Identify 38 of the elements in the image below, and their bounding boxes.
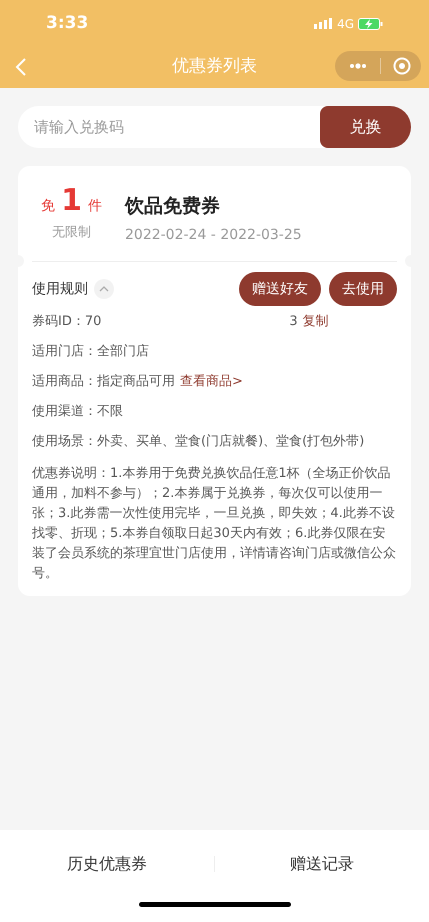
battery-icon [358,18,383,30]
detail-label: 券码ID： [32,313,85,332]
rules-toggle[interactable] [94,279,114,299]
coupon-code-end: 3 [289,313,298,332]
capsule-menu[interactable] [335,51,421,81]
network-label: 4G [337,16,354,32]
detail-value: 全部门店 [97,343,149,362]
more-icon[interactable] [349,63,367,69]
caret-icon[interactable] [99,286,109,292]
detail-value: 外卖、买单、堂食(门店就餐)、堂食(打包外带) [97,433,364,452]
detail-value: 指定商品可用 [97,373,175,392]
page-title: 优惠券列表 [172,54,257,78]
detail-value: 不限 [97,403,123,422]
validity-dates: 2022-02-24 - 2022-03-25 [125,226,302,244]
signal-icon [314,18,334,29]
coupon-limit: 无限制 [52,224,91,242]
detail-label: 适用门店： [32,343,97,362]
rules-label: 使用规则 [32,280,88,298]
coupon-action-button[interactable]: 赠送好友 [239,272,321,306]
coupon-code-start: 70 [84,313,102,332]
coupon-description: 优惠券说明：1.本券用于免费兑换饮品任意1杯（全场正价饮品通用，加料不参与）；2.本券属于兑换券，每次仅可以使用一张；3.此券需一次性使用完毕，一旦兑换，即失效；4.此券不设找零、折现；5.本券自领取日起30天内有效；6.此券仅限在安装了会员系统的茶理宜世门店使用，详情请咨询门店或微信公众号。 [32,465,397,583]
coupon-unit: 件 [88,197,102,216]
bottom-tab[interactable]: 赠送记录 [290,852,354,876]
view-products-link[interactable]: 查看商品> [180,372,243,392]
status-time: 3:33 [46,12,88,35]
close-icon[interactable] [393,57,411,75]
copy-link[interactable]: 复制 [302,312,329,332]
redeem-code-field[interactable]: 请输入兑换码 兑换 [18,106,411,148]
coupon-prefix: 免 [41,197,56,216]
coupon-amount: 1 [61,186,82,216]
coupon-title: 饮品免费券 [125,194,221,219]
detail-label: 使用场景： [32,433,97,452]
redeem-button[interactable]: 兑换 [320,106,411,148]
detail-label: 适用商品： [32,373,97,392]
back-icon[interactable] [15,58,27,76]
detail-label: 使用渠道： [32,403,97,422]
coupon-action-button[interactable]: 去使用 [329,272,397,306]
bottom-tab[interactable]: 历史优惠券 [67,852,147,876]
